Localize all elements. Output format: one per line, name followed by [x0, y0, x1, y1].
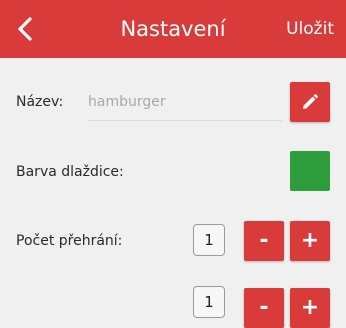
second-decrement-button[interactable]: -	[244, 288, 284, 328]
plus-icon: +	[300, 228, 320, 253]
app-bar: Nastavení Uložit	[0, 0, 346, 58]
name-label: Název:	[16, 94, 64, 110]
plus-icon: +	[300, 295, 320, 320]
page-title: Nastavení	[120, 17, 226, 41]
increment-button[interactable]: +	[290, 221, 330, 261]
chevron-left-icon	[18, 17, 32, 41]
pencil-icon	[303, 94, 318, 109]
minus-icon: -	[259, 295, 269, 320]
tile-color-label: Barva dlaždice:	[16, 164, 124, 180]
tile-color-swatch[interactable]	[290, 151, 330, 191]
second-increment-button[interactable]: +	[290, 288, 330, 328]
back-button[interactable]	[8, 10, 42, 48]
play-count-value: 1	[193, 224, 225, 256]
save-button[interactable]: Uložit	[286, 0, 334, 58]
play-count-label: Počet přehrání:	[16, 233, 123, 249]
minus-icon: -	[259, 228, 269, 253]
edit-name-button[interactable]	[290, 82, 330, 122]
decrement-button[interactable]: -	[244, 221, 284, 261]
name-input[interactable]	[88, 84, 282, 121]
second-count-value: 1	[193, 286, 225, 318]
